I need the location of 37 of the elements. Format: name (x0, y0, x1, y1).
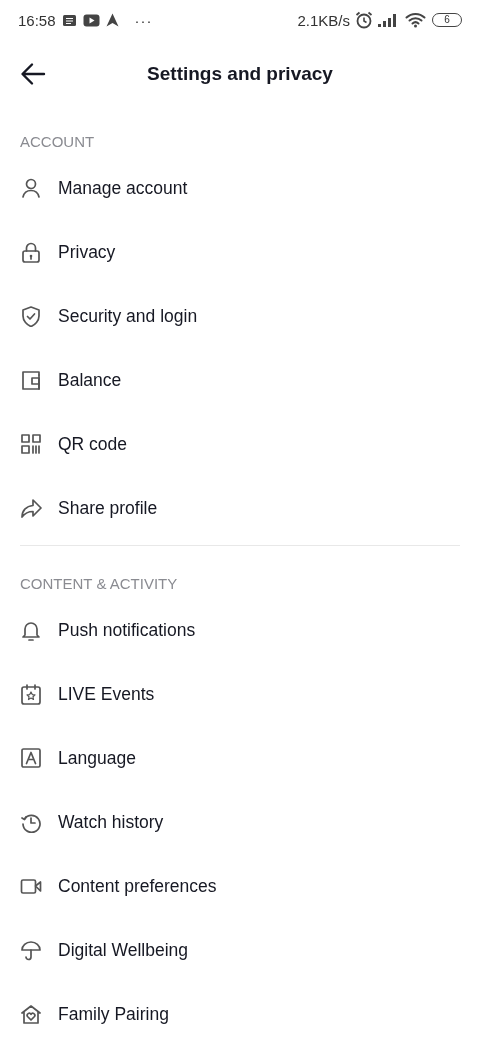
settings-item[interactable]: Share profile (58, 497, 158, 519)
more-dots: ··· (134, 11, 153, 29)
section-heading: ACCOUNT (20, 132, 96, 152)
back-button[interactable] (20, 61, 46, 87)
settings-item[interactable]: Watch history (58, 811, 164, 833)
clock-time: 16:58 (18, 11, 56, 29)
video-play-icon (82, 13, 100, 27)
page-title: Settings and privacy (147, 63, 333, 84)
network-speed: 2.1KB/s (297, 11, 350, 29)
umbrella-icon (20, 939, 42, 961)
navigation-arrow-icon (105, 13, 119, 27)
settings-item[interactable]: Family Pairing (58, 1003, 169, 1025)
settings-item[interactable]: Language (58, 747, 136, 769)
person-icon (20, 177, 42, 199)
section-heading: CONTENT & ACTIVITY (20, 574, 179, 594)
settings-item[interactable]: QR code (58, 433, 128, 455)
share-arrow-icon (20, 497, 42, 519)
house-heart-icon (20, 1003, 42, 1025)
settings-item[interactable]: Digital Wellbeing (58, 939, 189, 961)
settings-item[interactable]: Balance (58, 369, 122, 391)
language-icon (20, 747, 42, 769)
lock-icon (20, 241, 42, 263)
settings-item[interactable]: Manage account (58, 177, 188, 199)
settings-item[interactable]: Push notifications (58, 619, 196, 641)
wallet-icon (20, 369, 42, 391)
alarm-clock-icon (355, 11, 373, 29)
notes-icon (61, 13, 77, 27)
settings-item[interactable]: Content preferences (58, 875, 217, 897)
settings-item[interactable]: Privacy (58, 241, 116, 263)
wifi-icon (405, 12, 427, 28)
qr-code-icon (20, 433, 42, 455)
back-arrow-icon (20, 61, 46, 87)
history-icon (20, 811, 42, 833)
settings-item[interactable]: Security and login (58, 305, 198, 327)
settings-item[interactable]: LIVE Events (58, 683, 155, 705)
shield-icon (20, 305, 42, 327)
bell-icon (20, 619, 42, 641)
